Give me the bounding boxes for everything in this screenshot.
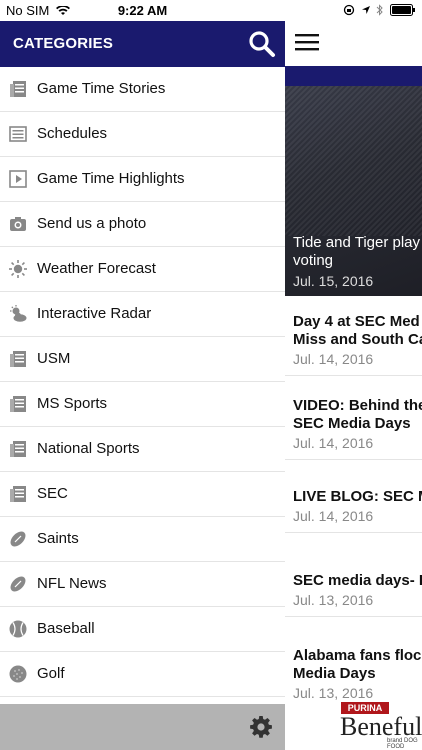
status-bar-right	[285, 0, 422, 20]
story-title: SEC media days- I	[293, 572, 422, 589]
category-item-label: Golf	[37, 665, 65, 682]
camera-icon	[8, 214, 28, 234]
categories-title: CATEGORIES	[13, 35, 114, 52]
category-item-label: Interactive Radar	[37, 305, 152, 322]
story-divider	[285, 459, 422, 460]
search-icon[interactable]	[247, 29, 277, 59]
story-date: Jul. 14, 2016	[293, 351, 374, 367]
advertisement-banner[interactable]: PURINA Beneful brand DOG FOOD	[335, 700, 422, 750]
news-icon	[8, 349, 28, 369]
story-divider	[285, 616, 422, 617]
story-title: Day 4 at SEC Med	[293, 313, 420, 330]
news-icon	[8, 484, 28, 504]
list-icon	[8, 124, 28, 144]
battery-icon	[390, 4, 415, 16]
category-item-label: Game Time Highlights	[37, 170, 185, 187]
baseball-icon	[8, 619, 28, 639]
status-bar: No SIM 9:22 AM	[0, 0, 285, 20]
featured-title-line-1: Tide and Tiger play	[293, 234, 421, 251]
story-item[interactable]: SEC media days- I Jul. 13, 2016	[293, 572, 422, 608]
lock-rotation-icon	[343, 4, 355, 16]
drawer-bottom-bar	[0, 704, 285, 750]
featured-title-line-2: voting	[293, 252, 334, 269]
status-time: 9:22 AM	[117, 3, 168, 18]
category-item-usm[interactable]: USM	[0, 337, 285, 382]
story-title: SEC Media Days	[293, 415, 411, 432]
story-divider	[285, 375, 422, 376]
category-item-national-sports[interactable]: National Sports	[0, 427, 285, 472]
category-item-saints[interactable]: Saints	[0, 517, 285, 562]
news-icon	[8, 79, 28, 99]
category-item-schedules[interactable]: Schedules	[0, 112, 285, 157]
featured-story[interactable]: Tide and Tiger play voting Jul. 15, 2016	[285, 86, 422, 296]
categories-header: CATEGORIES	[0, 21, 285, 67]
story-title: VIDEO: Behind the	[293, 397, 422, 414]
category-item-label: MS Sports	[37, 395, 108, 412]
category-item-game-time-stories[interactable]: Game Time Stories	[0, 67, 285, 112]
video-icon	[8, 169, 28, 189]
news-feed: Tide and Tiger play voting Jul. 15, 2016…	[285, 0, 422, 750]
story-item[interactable]: Alabama fans flock Media Days Jul. 13, 201…	[293, 647, 422, 701]
category-item-interactive-radar[interactable]: Interactive Radar	[0, 292, 285, 337]
story-date: Jul. 14, 2016	[293, 508, 374, 524]
story-date: Jul. 13, 2016	[293, 592, 374, 608]
football-icon	[8, 529, 28, 549]
partly-cloudy-icon	[8, 304, 28, 324]
category-item-nfl-news[interactable]: NFL News	[0, 562, 285, 607]
news-icon	[8, 394, 28, 414]
category-item-sec[interactable]: SEC	[0, 472, 285, 517]
category-item-label: National Sports	[37, 440, 140, 457]
category-item-label: SEC	[37, 485, 68, 502]
story-title: Media Days	[293, 665, 376, 682]
category-item-label: USM	[37, 350, 71, 367]
category-item-label: Schedules	[37, 125, 108, 142]
featured-story-title: Tide and Tiger play voting	[293, 234, 422, 270]
story-date: Jul. 14, 2016	[293, 435, 374, 451]
news-icon	[8, 439, 28, 459]
location-icon	[362, 6, 370, 14]
story-item[interactable]: Day 4 at SEC Med Miss and South Ca Jul. 14…	[293, 313, 422, 367]
hamburger-menu-icon[interactable]	[295, 32, 319, 52]
story-title: LIVE BLOG: SEC M	[293, 488, 422, 505]
story-item[interactable]: LIVE BLOG: SEC M Jul. 14, 2016	[293, 488, 422, 524]
category-item-send-us-a-photo[interactable]: Send us a photo	[0, 202, 285, 247]
category-item-label: Baseball	[37, 620, 95, 637]
bluetooth-icon	[376, 4, 383, 16]
sun-icon	[8, 259, 28, 279]
category-item-label: Weather Forecast	[37, 260, 156, 277]
category-item-label: Game Time Stories	[37, 80, 166, 97]
category-item-ms-sports[interactable]: MS Sports	[0, 382, 285, 427]
featured-story-image	[285, 86, 422, 236]
category-item-weather-forecast[interactable]: Weather Forecast	[0, 247, 285, 292]
category-item-golf[interactable]: Golf	[0, 652, 285, 697]
story-title: Alabama fans flock	[293, 647, 422, 664]
category-item-label: Saints	[37, 530, 79, 547]
story-date: Jul. 13, 2016	[293, 685, 374, 701]
category-item-label: NFL News	[37, 575, 107, 592]
story-divider	[285, 532, 422, 533]
categories-list: Game Time Stories Schedules Game Time High…	[0, 67, 285, 703]
story-item[interactable]: VIDEO: Behind the SEC Media Days Jul. 14, …	[293, 397, 422, 451]
featured-story-date: Jul. 15, 2016	[293, 273, 374, 289]
category-item-label: Send us a photo	[37, 215, 147, 232]
gear-icon[interactable]	[249, 715, 273, 739]
categories-drawer: No SIM 9:22 AM CATEGORIES Game Time Stor…	[0, 0, 285, 750]
nav-header-strip	[285, 66, 422, 86]
ad-subtitle: brand DOG FOOD	[387, 738, 418, 750]
category-item-game-time-highlights[interactable]: Game Time Highlights	[0, 157, 285, 202]
story-title: Miss and South Ca	[293, 331, 422, 348]
football-icon	[8, 574, 28, 594]
category-item-baseball[interactable]: Baseball	[0, 607, 285, 652]
golf-ball-icon	[8, 664, 28, 684]
